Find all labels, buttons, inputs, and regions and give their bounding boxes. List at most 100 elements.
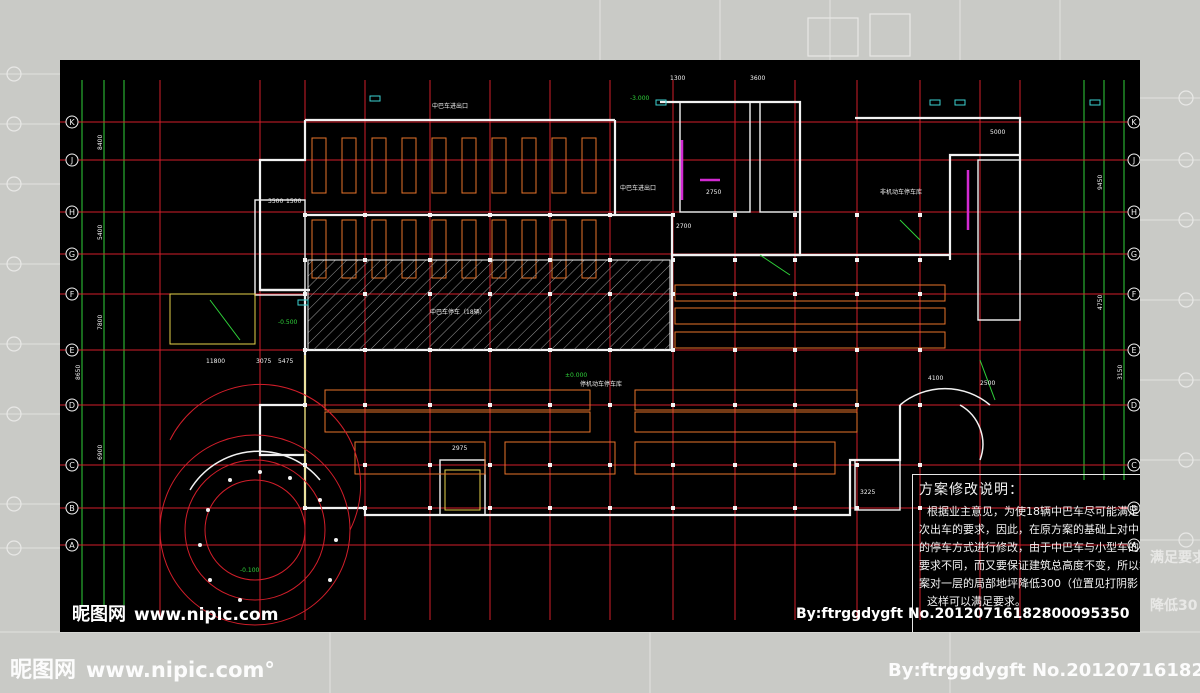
structural-column xyxy=(855,292,859,296)
structural-column xyxy=(855,403,859,407)
structural-column xyxy=(671,292,675,296)
structural-column xyxy=(488,403,492,407)
grid-bubble-label: G xyxy=(69,250,75,259)
structural-column xyxy=(548,463,552,467)
structural-column xyxy=(793,463,797,467)
structural-column xyxy=(855,213,859,217)
structural-column xyxy=(733,258,737,262)
structural-column xyxy=(548,213,552,217)
structural-column xyxy=(608,463,612,467)
bus-bay xyxy=(341,137,357,194)
note-line-1: 根据业主意见，为使18辆中巴车尽可能满足 xyxy=(927,505,1139,518)
grid-bubble-label: D xyxy=(69,401,75,410)
structural-column xyxy=(548,506,552,510)
structural-column xyxy=(733,213,737,217)
structural-column xyxy=(608,348,612,352)
structural-column xyxy=(608,213,612,217)
svg-text:降低30: 降低30 xyxy=(1150,597,1198,614)
structural-column xyxy=(608,403,612,407)
level-mark-1: -0.500 xyxy=(278,319,298,326)
watermark-logo-cn-outer: 昵图网 xyxy=(10,658,77,683)
dim-right-4750: 4750 xyxy=(1097,295,1104,310)
dim-3500: 3500 xyxy=(268,198,283,205)
structural-column xyxy=(303,213,307,217)
structural-column xyxy=(671,506,675,510)
structural-column xyxy=(303,506,307,510)
grid-bubble-label: K xyxy=(69,118,75,127)
structural-column xyxy=(918,463,922,467)
watermark-id-outer: By:ftrggdygft No.201207161828 xyxy=(888,660,1200,681)
structural-column xyxy=(548,348,552,352)
structural-column xyxy=(671,258,675,262)
structural-column xyxy=(488,213,492,217)
structural-column xyxy=(303,292,307,296)
structural-column xyxy=(428,348,432,352)
label-bus-exit-mid: 中巴车进出口 xyxy=(620,184,656,192)
structural-column xyxy=(303,403,307,407)
dim-5475: 5475 xyxy=(278,358,293,365)
structural-column xyxy=(363,258,367,262)
note-line-4: 要求不同，而又要保证建筑总高度不变，所以本 xyxy=(919,559,1140,572)
bus-bay xyxy=(311,137,327,194)
structural-column xyxy=(548,292,552,296)
structural-column xyxy=(428,213,432,217)
structural-column xyxy=(428,403,432,407)
dim-5000: 5000 xyxy=(990,129,1005,136)
structural-column xyxy=(548,258,552,262)
note-title: 方案修改说明： xyxy=(919,482,1024,498)
structural-column xyxy=(733,292,737,296)
structural-column xyxy=(793,292,797,296)
structural-column xyxy=(363,292,367,296)
structural-column xyxy=(671,213,675,217)
structural-column xyxy=(428,292,432,296)
hatched-lowered-floor xyxy=(307,259,671,351)
bus-bay xyxy=(491,137,507,194)
grid-bubble-label: H xyxy=(1131,208,1137,217)
dim-2700: 2700 xyxy=(676,223,691,230)
watermark-logo-inner: 昵图网 www.nipic.com xyxy=(72,600,278,626)
watermark-logo-outer: 昵图网 www.nipic.com° xyxy=(10,652,275,684)
structural-column xyxy=(855,258,859,262)
dim-right-3150: 3150 xyxy=(1117,365,1124,380)
grid-bubble-label: A xyxy=(69,541,75,550)
dim-left-7800: 7800 xyxy=(97,315,104,330)
grid-bubble-label: C xyxy=(1131,461,1137,470)
note-line-2: 次出车的要求，因此，在原方案的基础上对中巴 xyxy=(919,523,1140,536)
grid-bubble-label: J xyxy=(70,156,73,165)
level-mark-3: ±0.000 xyxy=(565,372,587,379)
structural-column xyxy=(488,463,492,467)
level-mark-2: -0.100 xyxy=(240,567,260,574)
structural-column xyxy=(488,348,492,352)
structural-column xyxy=(855,506,859,510)
structural-column xyxy=(608,292,612,296)
structural-column xyxy=(488,292,492,296)
structural-column xyxy=(428,463,432,467)
dim-4100: 4100 xyxy=(928,375,943,382)
grid-bubble-label: G xyxy=(1131,250,1137,259)
structural-column xyxy=(428,258,432,262)
structural-column xyxy=(363,463,367,467)
label-bus-entrance-top: 中巴车进出口 xyxy=(432,102,468,110)
note-line-5: 案对一层的局部地坪降低300（位置见打阴影 xyxy=(919,577,1138,590)
structural-column xyxy=(548,403,552,407)
structural-column xyxy=(793,258,797,262)
structural-column xyxy=(793,348,797,352)
structural-column xyxy=(733,463,737,467)
structural-column xyxy=(363,213,367,217)
dim-2975: 2975 xyxy=(452,445,467,452)
dim-3075: 3075 xyxy=(256,358,271,365)
label-bus-parking: 中巴车停车（18辆） xyxy=(430,308,486,316)
bus-bay xyxy=(431,137,447,194)
grid-bubble-label: F xyxy=(70,290,75,299)
grid-bubble-label: H xyxy=(69,208,75,217)
structural-column xyxy=(918,292,922,296)
structural-column xyxy=(363,403,367,407)
structural-column xyxy=(363,506,367,510)
bus-bay xyxy=(371,137,387,194)
structural-column xyxy=(428,506,432,510)
cad-drawing-panel: KJHGFEDCBA KJHGFEDCBA 中巴车进出口 中巴车进出口 中巴车停… xyxy=(60,60,1140,632)
grid-bubble-label: K xyxy=(1131,118,1137,127)
structural-column xyxy=(733,506,737,510)
structural-column xyxy=(855,463,859,467)
note-line-3: 的停车方式进行修改，由于中巴车与小型车的净 xyxy=(919,541,1140,554)
